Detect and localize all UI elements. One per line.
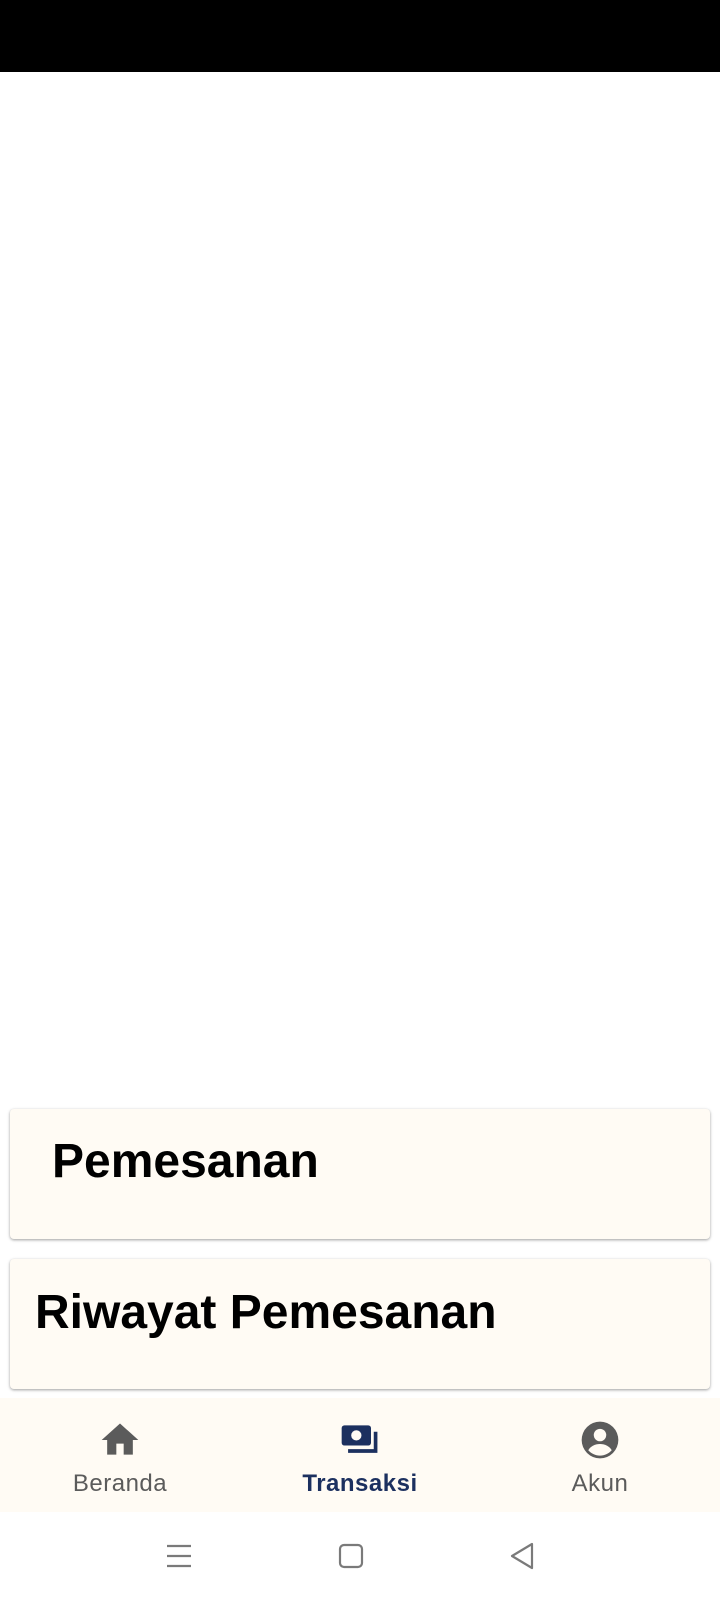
nav-label-akun: Akun — [571, 1470, 629, 1497]
menu-icon[interactable] — [159, 1536, 199, 1576]
nav-item-akun[interactable]: Akun — [480, 1398, 720, 1512]
account-circle-icon — [578, 1418, 622, 1462]
bottom-navigation-bar: Beranda Transaksi Akun — [0, 1398, 720, 1512]
riwayat-pemesanan-card-title: Riwayat Pemesanan — [35, 1286, 497, 1339]
pemesanan-card-title: Pemesanan — [52, 1135, 319, 1188]
back-triangle-icon[interactable] — [503, 1536, 543, 1576]
nav-item-beranda[interactable]: Beranda — [0, 1398, 240, 1512]
home-icon — [98, 1418, 142, 1462]
nav-label-transaksi: Transaksi — [302, 1470, 418, 1497]
pemesanan-card[interactable]: Pemesanan — [10, 1109, 710, 1239]
system-navigation-bar — [0, 1512, 720, 1600]
home-square-icon[interactable] — [331, 1536, 371, 1576]
riwayat-pemesanan-card[interactable]: Riwayat Pemesanan — [10, 1259, 710, 1389]
money-icon — [338, 1418, 382, 1462]
nav-label-beranda: Beranda — [72, 1470, 168, 1497]
nav-item-transaksi[interactable]: Transaksi — [240, 1398, 480, 1512]
status-bar — [0, 0, 720, 72]
